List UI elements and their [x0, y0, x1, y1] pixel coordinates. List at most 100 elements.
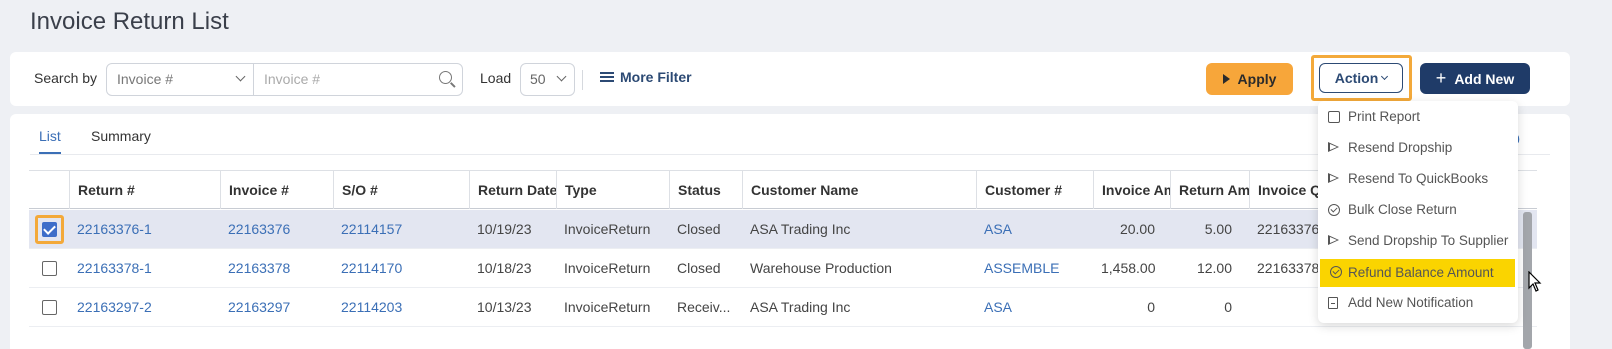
row-checkbox[interactable]	[42, 222, 57, 237]
customer-name: ASA Trading Inc	[750, 299, 851, 315]
plus-icon: +	[1435, 67, 1447, 88]
search-field-value: Invoice #	[117, 71, 174, 87]
column-header[interactable]: Invoice Am	[1093, 171, 1171, 209]
return-amount: 0	[1224, 299, 1232, 315]
check-circle-icon	[1330, 266, 1342, 278]
tab-list[interactable]: List	[39, 128, 61, 144]
customer-name: Warehouse Production	[750, 260, 892, 276]
invoice-amount: 0	[1147, 299, 1155, 315]
menu-item-resend-quickbooks[interactable]: Resend To QuickBooks	[1318, 166, 1518, 192]
add-new-label: Add New	[1454, 70, 1515, 87]
chevron-down-icon	[1381, 72, 1389, 81]
column-header[interactable]: Status	[669, 171, 743, 209]
so-number-link[interactable]: 22114203	[333, 288, 470, 326]
action-dropdown-menu: Print Report Resend Dropship Resend To Q…	[1318, 101, 1518, 323]
load-value: 50	[530, 71, 546, 87]
document-icon	[1328, 297, 1338, 309]
menu-item-add-new-notification[interactable]: Add New Notification	[1318, 290, 1518, 316]
return-number-link[interactable]: 22163297-2	[69, 288, 221, 326]
search-placeholder: Invoice #	[264, 71, 321, 87]
status: Closed	[677, 221, 721, 237]
type: InvoiceReturn	[564, 299, 651, 315]
status: Closed	[677, 260, 721, 276]
menu-item-label: Resend To QuickBooks	[1348, 171, 1489, 186]
column-header[interactable]: Invoice #	[220, 171, 334, 209]
menu-item-label: Refund Balance Amount	[1348, 265, 1494, 280]
search-icon[interactable]	[439, 71, 452, 84]
return-date: 10/18/23	[477, 260, 532, 276]
send-icon	[1328, 235, 1339, 245]
column-header[interactable]: Invoice Q	[1249, 171, 1319, 209]
column-header[interactable]: Return Amt	[1170, 171, 1250, 209]
row-checkbox[interactable]	[42, 261, 57, 276]
action-label: Action	[1334, 70, 1379, 86]
column-header[interactable]: Customer #	[976, 171, 1094, 209]
play-icon	[1222, 74, 1230, 84]
apply-label: Apply	[1237, 71, 1277, 87]
invoice-q: 22163376	[1257, 221, 1319, 237]
table-header: Return # Invoice # S/O # Return Date Typ…	[29, 170, 1537, 209]
customer-number-link[interactable]: ASSEMBLE	[976, 249, 1094, 287]
menu-item-resend-dropship[interactable]: Resend Dropship	[1318, 135, 1518, 161]
chevron-down-icon	[556, 71, 567, 82]
page-title: Invoice Return List	[30, 8, 229, 35]
column-header[interactable]: Type	[556, 171, 670, 209]
invoice-number-link[interactable]: 22163297	[220, 288, 334, 326]
invoice-amount: 1,458.00	[1101, 260, 1156, 276]
invoice-q: 22163378	[1257, 260, 1319, 276]
column-header[interactable]: Return #	[69, 171, 221, 209]
load-select[interactable]: 50	[520, 63, 575, 96]
return-date: 10/13/23	[477, 299, 532, 315]
filter-sliders-icon	[600, 71, 614, 83]
table-row[interactable]: 22163297-2 22163297 22114203 10/13/23 In…	[29, 288, 1537, 327]
so-number-link[interactable]: 22114157	[333, 210, 470, 248]
invoice-number-link[interactable]: 22163376	[220, 210, 334, 248]
customer-number-link[interactable]: ASA	[976, 210, 1094, 248]
table-row[interactable]: 22163378-1 22163378 22114170 10/18/23 In…	[29, 249, 1537, 288]
row-checkbox[interactable]	[42, 300, 57, 315]
type: InvoiceReturn	[564, 260, 651, 276]
menu-item-label: Bulk Close Return	[1348, 202, 1457, 217]
menu-item-label: Resend Dropship	[1348, 140, 1453, 155]
load-label: Load	[480, 70, 512, 86]
so-number-link[interactable]: 22114170	[333, 249, 470, 287]
menu-item-bulk-close-return[interactable]: Bulk Close Return	[1318, 197, 1518, 223]
printer-icon	[1328, 111, 1340, 123]
search-input[interactable]: Invoice #	[253, 63, 463, 96]
return-number-link[interactable]: 22163376-1	[69, 210, 221, 248]
return-amount: 12.00	[1196, 260, 1232, 276]
more-filter-button[interactable]: More Filter	[600, 69, 692, 85]
type: InvoiceReturn	[564, 221, 651, 237]
table-row[interactable]: 22163376-1 22163376 22114157 10/19/23 In…	[29, 210, 1537, 249]
divider	[582, 70, 583, 90]
menu-item-send-dropship-supplier[interactable]: Send Dropship To Supplier	[1318, 228, 1518, 254]
send-icon	[1328, 142, 1339, 152]
menu-item-refund-balance-amount[interactable]: Refund Balance Amount	[1320, 259, 1515, 287]
search-field-select[interactable]: Invoice #	[106, 63, 254, 96]
chevron-down-icon	[235, 71, 246, 82]
add-new-button[interactable]: + Add New	[1420, 63, 1530, 94]
invoice-q	[1249, 288, 1319, 326]
menu-item-label: Send Dropship To Supplier	[1348, 233, 1509, 248]
status: Receiv...	[677, 299, 731, 315]
send-icon	[1328, 173, 1339, 183]
check-circle-icon	[1328, 204, 1340, 216]
apply-button[interactable]: Apply	[1206, 63, 1293, 95]
customer-number-link[interactable]: ASA	[976, 288, 1094, 326]
return-number-link[interactable]: 22163378-1	[69, 249, 221, 287]
column-header[interactable]: S/O #	[333, 171, 470, 209]
menu-item-label: Print Report	[1348, 109, 1421, 124]
column-header[interactable]: Return Date	[469, 171, 557, 209]
action-button[interactable]: Action	[1319, 63, 1403, 93]
return-amount: 5.00	[1204, 221, 1232, 237]
invoice-amount: 20.00	[1119, 221, 1155, 237]
search-by-label: Search by	[34, 70, 98, 86]
invoice-number-link[interactable]: 22163378	[220, 249, 334, 287]
menu-item-label: Add New Notification	[1348, 295, 1474, 310]
menu-item-print-report[interactable]: Print Report	[1318, 104, 1518, 130]
column-header[interactable]: Customer Name	[742, 171, 977, 209]
tab-summary[interactable]: Summary	[91, 128, 151, 144]
return-date: 10/19/23	[477, 221, 532, 237]
more-filter-label: More Filter	[620, 69, 692, 85]
customer-name: ASA Trading Inc	[750, 221, 851, 237]
